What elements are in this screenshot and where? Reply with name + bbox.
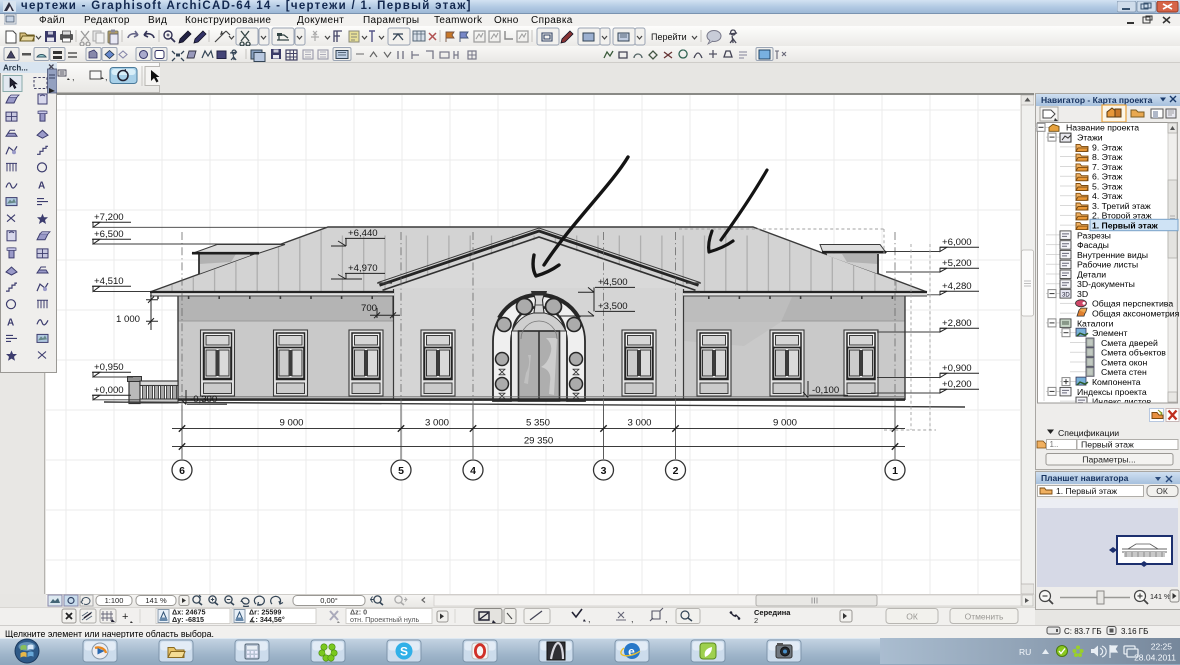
svg-text:1: 1 xyxy=(892,465,898,477)
svg-text:S: S xyxy=(400,645,408,659)
svg-text:+4,970: +4,970 xyxy=(348,263,378,274)
svg-text:7. Этаж: 7. Этаж xyxy=(1092,162,1123,172)
svg-text:1..: 1.. xyxy=(1050,440,1059,449)
svg-text:+6,500: +6,500 xyxy=(94,229,124,240)
svg-text:Середина: Середина xyxy=(754,608,791,617)
svg-text:Смета стен: Смета стен xyxy=(1101,367,1147,377)
svg-text:+6,000: +6,000 xyxy=(942,237,972,248)
svg-text:3.16 ГБ: 3.16 ГБ xyxy=(1121,627,1148,636)
svg-text:,: , xyxy=(105,72,108,82)
svg-text:6: 6 xyxy=(179,465,185,477)
svg-text:ОК: ОК xyxy=(906,612,918,622)
svg-text:Разрезы: Разрезы xyxy=(1077,230,1111,240)
svg-text:ОК: ОК xyxy=(1156,486,1168,496)
svg-text:0,00°: 0,00° xyxy=(320,596,338,605)
svg-text:отн. Проектный нуль: отн. Проектный нуль xyxy=(350,615,420,624)
svg-text:Смета дверей: Смета дверей xyxy=(1101,338,1158,348)
svg-text:∡: 344,56°: ∡: 344,56° xyxy=(249,615,285,624)
svg-text:A: A xyxy=(38,181,45,192)
svg-text:700: 700 xyxy=(361,303,377,314)
svg-text:5: 5 xyxy=(398,465,404,477)
svg-text:Фасады: Фасады xyxy=(1077,240,1109,250)
svg-text:+4,500: +4,500 xyxy=(598,277,628,288)
svg-text:9 000: 9 000 xyxy=(279,418,303,429)
svg-text:-0,300: -0,300 xyxy=(190,394,217,405)
svg-text:Arch...: Arch... xyxy=(3,64,28,73)
svg-text:Параметры...: Параметры... xyxy=(1082,455,1136,465)
svg-text:,: , xyxy=(665,614,668,624)
svg-text:Общая аксонометрия: Общая аксонометрия xyxy=(1092,309,1180,319)
svg-text:Отменить: Отменить xyxy=(965,612,1004,622)
svg-text:+0,000: +0,000 xyxy=(94,385,124,396)
svg-text:Смета объектов: Смета объектов xyxy=(1101,348,1166,358)
svg-text:2: 2 xyxy=(673,465,679,477)
svg-text:3D: 3D xyxy=(1062,293,1070,299)
svg-text:2: 2 xyxy=(754,616,758,625)
svg-text:4: 4 xyxy=(470,465,476,477)
svg-text:C: 83.7 ГБ: C: 83.7 ГБ xyxy=(1064,627,1102,636)
svg-text:,: , xyxy=(72,72,75,82)
svg-text:3: 3 xyxy=(601,465,607,477)
svg-text:1 000: 1 000 xyxy=(116,314,140,325)
svg-text:1:100: 1:100 xyxy=(105,596,124,605)
svg-text:3D: 3D xyxy=(1077,289,1088,299)
svg-text:141 %: 141 % xyxy=(145,596,167,605)
svg-text:3D-документы: 3D-документы xyxy=(1077,279,1135,289)
svg-text:Внутренние виды: Внутренние виды xyxy=(1077,250,1148,260)
svg-text:Общая перспектива: Общая перспектива xyxy=(1092,299,1173,309)
svg-text:,: , xyxy=(631,614,634,624)
svg-text:Этажи: Этажи xyxy=(1077,133,1103,143)
svg-text:+4,280: +4,280 xyxy=(942,281,972,292)
svg-text:+7,200: +7,200 xyxy=(94,212,124,223)
svg-text:+2,800: +2,800 xyxy=(942,318,972,329)
svg-text:+0,950: +0,950 xyxy=(94,362,124,373)
svg-text:+4,510: +4,510 xyxy=(94,276,124,287)
svg-text:+6,440: +6,440 xyxy=(348,228,378,239)
svg-text:Рабочие листы: Рабочие листы xyxy=(1077,260,1138,270)
svg-text:4. Этаж: 4. Этаж xyxy=(1092,191,1123,201)
svg-text:3 000: 3 000 xyxy=(425,418,449,429)
svg-text:8. Этаж: 8. Этаж xyxy=(1092,152,1123,162)
svg-text:Перейти: Перейти xyxy=(651,32,687,42)
svg-text:Каталоги: Каталоги xyxy=(1077,318,1114,328)
svg-text:e: e xyxy=(628,645,635,659)
svg-text:1. Первый этаж: 1. Первый этаж xyxy=(1092,221,1159,231)
svg-text:Смета окон: Смета окон xyxy=(1101,357,1147,367)
svg-text:A: A xyxy=(7,317,14,328)
svg-text:3 000: 3 000 xyxy=(627,418,651,429)
svg-text:+3,500: +3,500 xyxy=(598,301,628,312)
svg-text:22:25: 22:25 xyxy=(1151,642,1173,652)
svg-text:29 350: 29 350 xyxy=(524,436,553,447)
svg-text:28.04.2011: 28.04.2011 xyxy=(1134,653,1176,663)
svg-text:9 000: 9 000 xyxy=(773,418,797,429)
svg-text:6. Этаж: 6. Этаж xyxy=(1092,172,1123,182)
svg-text:Δy: -6815: Δy: -6815 xyxy=(172,615,204,624)
svg-text:+0,900: +0,900 xyxy=(942,363,972,374)
svg-text:Спецификации: Спецификации xyxy=(1058,428,1119,438)
svg-text:5 350: 5 350 xyxy=(526,418,550,429)
svg-text:+: + xyxy=(122,611,128,623)
svg-text:-0,100: -0,100 xyxy=(812,385,839,396)
svg-text:3. Третий этаж: 3. Третий этаж xyxy=(1092,201,1151,211)
svg-text:141 %: 141 % xyxy=(1150,592,1171,601)
svg-text:5. Этаж: 5. Этаж xyxy=(1092,181,1123,191)
svg-text:RU: RU xyxy=(1019,647,1031,657)
svg-text:9. Этаж: 9. Этаж xyxy=(1092,142,1123,152)
svg-text:1. Первый этаж: 1. Первый этаж xyxy=(1056,486,1117,496)
svg-text:Индексы проекта: Индексы проекта xyxy=(1077,387,1147,397)
svg-text:Первый этаж: Первый этаж xyxy=(1081,440,1134,450)
svg-text:Название проекта: Название проекта xyxy=(1066,123,1139,133)
svg-text:,: , xyxy=(588,614,591,624)
svg-text:Компонента: Компонента xyxy=(1092,377,1141,387)
svg-text:+5,200: +5,200 xyxy=(942,258,972,269)
svg-text:+0,200: +0,200 xyxy=(942,379,972,390)
svg-text:Детали: Детали xyxy=(1077,269,1106,279)
svg-text:Элемент: Элемент xyxy=(1092,328,1127,338)
